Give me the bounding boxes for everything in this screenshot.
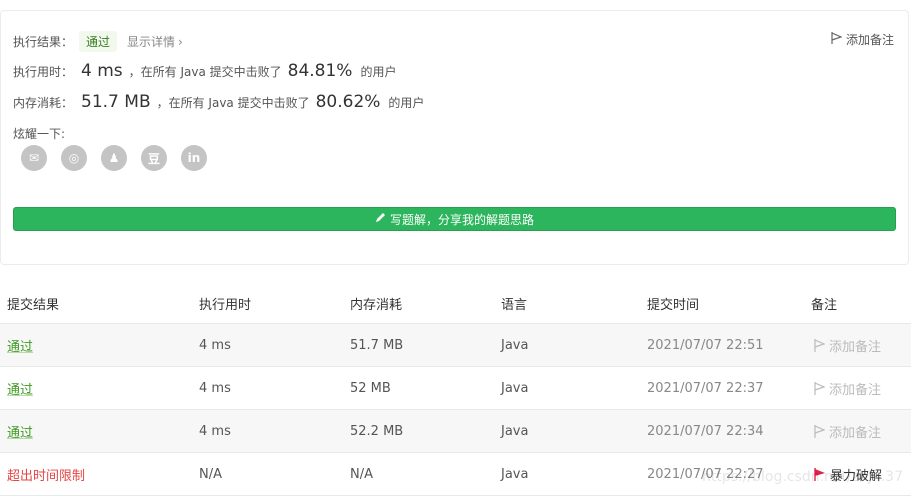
runtime-stat: 执行用时： 4 ms ，在所有 Java 提交中击败了 84.81% 的用户 [13,61,396,81]
submission-summary-card: 执行结果： 通过 显示详情 › 添加备注 执行用时： 4 ms ，在所有 Java… [0,10,909,265]
header-status: 提交结果 [7,297,60,313]
memory-cell: 52.2 MB [350,423,404,439]
header-language: 语言 [501,297,528,313]
runtime-cell: 4 ms [199,380,231,396]
add-note-button[interactable]: 添加备注 [814,379,881,398]
memory-cell: N/A [350,466,373,482]
table-row: 通过 4 ms 52.2 MB Java 2021/07/07 22:34 添加… [0,410,911,453]
add-note-label: 添加备注 [829,425,882,441]
header-note: 备注 [811,297,838,313]
share-icons: ✉ ◎ ♟ 豆 in [21,145,207,171]
runtime-label: 执行用时： [13,65,74,79]
runtime-percentile: 84.81% [287,61,353,81]
add-note-label: 添加备注 [829,339,882,355]
language-cell: Java [501,466,529,482]
show-details-label: 显示详情 [127,35,176,49]
table-header: 提交结果 执行用时 内存消耗 语言 提交时间 备注 [0,283,911,324]
flag-icon [814,424,825,438]
wechat-icon[interactable]: ✉ [21,145,47,171]
language-cell: Java [501,337,529,353]
status-link[interactable]: 通过 [7,422,33,441]
submitted-cell: 2021/07/07 22:37 [647,380,764,396]
result-row: 执行结果： 通过 显示详情 › [13,31,183,52]
share-label: 炫耀一下: [13,127,66,141]
runtime-cell: 4 ms [199,337,231,353]
pencil-icon [375,212,386,226]
table-row: 通过 4 ms 52 MB Java 2021/07/07 22:37 添加备注 [0,367,911,410]
result-badge: 通过 [79,31,118,52]
status-link[interactable]: 通过 [7,379,33,398]
douban-icon[interactable]: 豆 [141,145,167,171]
memory-suffix: 的用户 [388,96,425,110]
submitted-cell: 2021/07/07 22:34 [647,423,764,439]
flag-icon [814,338,825,352]
flag-icon [814,381,825,395]
language-cell: Java [501,380,529,396]
runtime-mid-text: ，在所有 Java 提交中击败了 [128,65,282,79]
result-label: 执行结果： [13,35,74,49]
memory-value: 51.7 MB [81,92,151,112]
flag-icon [831,32,843,47]
add-note-button[interactable]: 添加备注 [814,336,881,355]
header-runtime: 执行用时 [199,297,252,313]
runtime-suffix: 的用户 [360,65,397,79]
memory-percentile: 80.62% [315,92,381,112]
qq-icon[interactable]: ♟ [101,145,127,171]
submitted-cell: 2021/07/07 22:51 [647,337,764,353]
write-solution-label: 写题解，分享我的解题思路 [389,212,534,227]
write-solution-button[interactable]: 写题解，分享我的解题思路 [13,207,896,231]
header-memory: 内存消耗 [350,297,403,313]
language-cell: Java [501,423,529,439]
show-details-link[interactable]: 显示详情 › [127,33,183,50]
add-note-button[interactable]: 添加备注 [814,422,881,441]
runtime-value: 4 ms [81,61,123,81]
weibo-icon[interactable]: ◎ [61,145,87,171]
memory-label: 内存消耗： [13,96,74,110]
status-link[interactable]: 超出时间限制 [7,465,85,484]
memory-cell: 51.7 MB [350,337,404,353]
add-note-button[interactable]: 添加备注 [831,31,894,48]
header-submitted: 提交时间 [647,297,700,313]
memory-stat: 内存消耗： 51.7 MB ，在所有 Java 提交中击败了 80.62% 的用… [13,92,424,112]
status-link[interactable]: 通过 [7,336,33,355]
watermark: https://blog.csdn.net/zhj...37 [701,469,903,485]
runtime-cell: 4 ms [199,423,231,439]
submissions-table: 提交结果 执行用时 内存消耗 语言 提交时间 备注 通过 4 ms 51.7 M… [0,283,911,496]
linkedin-icon[interactable]: in [181,145,207,171]
memory-cell: 52 MB [350,380,391,396]
add-note-label: 添加备注 [829,382,882,398]
add-note-label: 添加备注 [845,33,894,47]
memory-mid-text: ，在所有 Java 提交中击败了 [156,96,310,110]
chevron-right-icon: › [178,35,183,49]
runtime-cell: N/A [199,466,222,482]
table-row: 通过 4 ms 51.7 MB Java 2021/07/07 22:51 添加… [0,324,911,367]
